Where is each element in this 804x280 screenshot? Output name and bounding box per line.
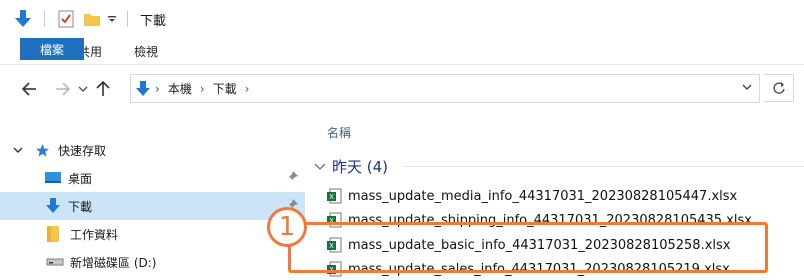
breadcrumb-chevron-icon[interactable]: › [200, 82, 205, 96]
address-row: › 本機 › 下載 › [0, 66, 804, 112]
recent-locations-chevron-icon[interactable] [76, 76, 90, 102]
tab-view[interactable]: 檢視 [118, 38, 174, 64]
new-folder-icon[interactable] [79, 6, 105, 32]
up-arrow-icon[interactable] [90, 76, 116, 102]
pin-icon[interactable] [285, 170, 299, 187]
breadcrumb-this-pc[interactable]: 本機 [168, 80, 192, 97]
breadcrumb-chevron-icon[interactable]: › [245, 82, 250, 96]
svg-text:X: X [329, 193, 334, 201]
desktop-icon [44, 171, 62, 185]
breadcrumb-chevron-icon[interactable]: › [155, 82, 160, 96]
ribbon-tabs: 檔案 常用 共用 檢視 [0, 38, 804, 65]
nav-label: 快速存取 [58, 143, 107, 158]
group-header-yesterday[interactable]: 昨天 (4) [314, 156, 804, 177]
customize-toolbar-dropdown-icon[interactable] [105, 6, 119, 32]
nav-item-work-files[interactable]: 工作資料 [0, 220, 305, 248]
drive-icon [46, 257, 64, 267]
navigation-pane: 快速存取 桌面 下載 工作資料 新增磁碟區 (D:) [0, 112, 305, 280]
download-arrow-icon [45, 197, 61, 215]
back-arrow-icon[interactable] [16, 76, 42, 102]
nav-item-desktop[interactable]: 桌面 [0, 164, 305, 192]
download-arrow-icon[interactable] [10, 6, 36, 32]
step-badge: 1 [267, 207, 307, 247]
nav-item-downloads[interactable]: 下載 [0, 192, 305, 220]
column-header-name[interactable]: 名稱 [327, 124, 351, 141]
group-label: 昨天 (4) [332, 158, 389, 176]
separator [44, 11, 45, 27]
address-history-dropdown-icon[interactable] [741, 80, 753, 97]
forward-arrow-icon[interactable] [50, 76, 76, 102]
excel-file-icon: X [326, 188, 342, 204]
nav-item-new-volume[interactable]: 新增磁碟區 (D:) [0, 248, 305, 276]
download-location-icon [135, 80, 151, 98]
nav-label: 新增磁碟區 (D:) [70, 255, 157, 270]
expand-chevron-icon[interactable] [13, 146, 23, 154]
tab-file[interactable]: 檔案 [20, 38, 84, 60]
nav-label: 桌面 [68, 171, 93, 186]
star-icon [35, 143, 50, 158]
file-name: mass_update_media_info_44317031_20230828… [348, 188, 738, 204]
properties-check-icon[interactable] [53, 6, 79, 32]
address-bar[interactable]: › 本機 › 下載 › [130, 74, 760, 103]
window-title: 下載 [140, 13, 167, 29]
file-row[interactable]: X mass_update_media_info_44317031_202308… [326, 185, 796, 207]
group-divider [404, 166, 804, 167]
title-bar: 下載 [0, 0, 804, 38]
separator [127, 11, 128, 27]
folder-icon [46, 225, 62, 243]
nav-label: 下載 [68, 199, 93, 214]
nav-item-quick-access[interactable]: 快速存取 [0, 136, 305, 164]
collapse-chevron-icon[interactable] [314, 162, 326, 172]
breadcrumb-downloads[interactable]: 下載 [213, 80, 237, 97]
highlight-box [288, 222, 768, 273]
refresh-button[interactable] [764, 74, 794, 102]
nav-label: 工作資料 [70, 227, 119, 242]
